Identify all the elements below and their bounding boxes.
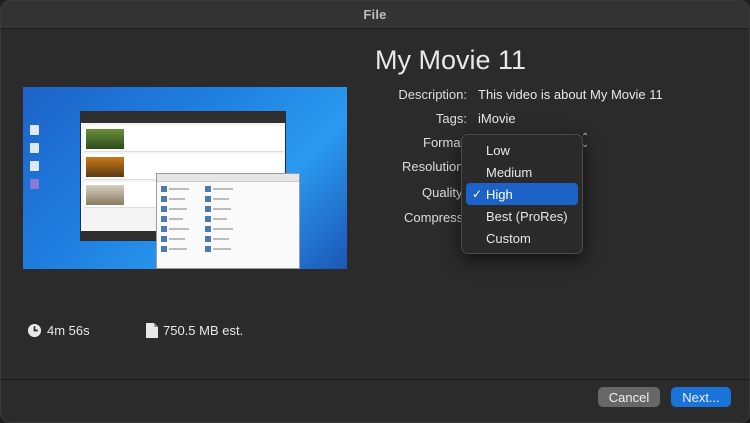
movie-title[interactable]: My Movie 11	[375, 45, 526, 76]
compress-label: Compress:	[404, 210, 461, 225]
quality-label-clip: Quality:	[411, 185, 461, 201]
size-value: 750.5 MB est.	[163, 323, 244, 338]
description-field[interactable]: This video is about My Movie 11	[478, 87, 663, 102]
title-bar: File	[1, 1, 749, 29]
next-button[interactable]: Next...	[671, 387, 731, 407]
share-file-dialog: File My Movie 11 Description: This video…	[0, 0, 750, 423]
quality-menu: Low Medium ✓ High Best (ProRes) Custom	[461, 134, 583, 254]
compress-label-clip: Compress:	[396, 210, 461, 226]
window-title: File	[363, 7, 387, 22]
video-thumbnail	[23, 87, 347, 269]
duration-value: 4m 56s	[47, 323, 90, 338]
desktop-icon	[30, 161, 39, 171]
tags-label: Tags:	[435, 111, 467, 126]
resolution-label: Resolution:	[402, 159, 461, 174]
quality-option-low[interactable]: Low	[466, 139, 578, 161]
format-label-clip: Format:	[411, 135, 461, 151]
size-info: 750.5 MB est.	[146, 323, 243, 338]
format-label: Format:	[423, 135, 461, 150]
description-label: Description:	[398, 87, 467, 102]
desktop-icon	[30, 125, 39, 135]
cancel-button[interactable]: Cancel	[598, 387, 660, 407]
duration-info: 4m 56s	[27, 323, 90, 338]
footer-divider	[1, 379, 749, 380]
quality-option-custom[interactable]: Custom	[466, 227, 578, 249]
clock-icon	[27, 323, 42, 338]
quality-option-medium[interactable]: Medium	[466, 161, 578, 183]
document-icon	[146, 323, 158, 338]
desktop-icon	[30, 179, 39, 189]
quality-label: Quality:	[422, 185, 461, 200]
checkmark-icon: ✓	[472, 187, 483, 201]
desktop-icon	[30, 143, 39, 153]
thumbnail-file-explorer	[156, 173, 300, 269]
quality-option-best-prores[interactable]: Best (ProRes)	[466, 205, 578, 227]
quality-option-high[interactable]: ✓ High	[466, 183, 578, 205]
resolution-label-clip: Resolution:	[391, 159, 461, 175]
tags-field[interactable]: iMovie	[478, 111, 516, 126]
